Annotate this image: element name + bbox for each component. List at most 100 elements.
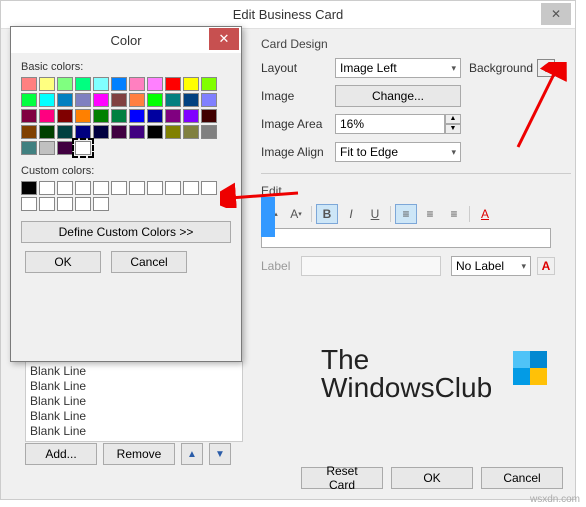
spinner-down-icon[interactable]: ▼ [445, 124, 461, 134]
color-swatch[interactable] [165, 109, 181, 123]
color-swatch[interactable] [129, 109, 145, 123]
color-swatch[interactable] [39, 77, 55, 91]
color-swatch[interactable] [75, 77, 91, 91]
list-item[interactable]: Blank Line [30, 409, 238, 424]
color-swatch[interactable] [111, 125, 127, 139]
italic-icon[interactable]: I [340, 204, 362, 224]
color-swatch[interactable] [57, 93, 73, 107]
color-swatch[interactable] [75, 109, 91, 123]
custom-color-swatch[interactable] [57, 181, 73, 195]
color-swatch[interactable] [129, 125, 145, 139]
color-ok-button[interactable]: OK [25, 251, 101, 273]
color-swatch[interactable] [147, 77, 163, 91]
underline-icon[interactable]: U [364, 204, 386, 224]
color-swatch[interactable] [21, 109, 37, 123]
color-swatch[interactable] [75, 141, 91, 155]
custom-color-swatch[interactable] [21, 181, 37, 195]
color-swatch[interactable] [93, 125, 109, 139]
color-swatch[interactable] [39, 109, 55, 123]
color-swatch[interactable] [21, 125, 37, 139]
cancel-button[interactable]: Cancel [481, 467, 563, 489]
label-position-dropdown[interactable]: No Label [451, 256, 531, 276]
list-item[interactable]: Blank Line [30, 394, 238, 409]
color-swatch[interactable] [57, 109, 73, 123]
color-swatch[interactable] [183, 77, 199, 91]
color-swatch[interactable] [39, 93, 55, 107]
fields-list[interactable]: Blank Line Blank Line Blank Line Blank L… [25, 361, 243, 442]
color-swatch[interactable] [147, 109, 163, 123]
align-center-icon[interactable]: ≡ [419, 204, 441, 224]
color-swatch[interactable] [57, 141, 73, 155]
color-swatch[interactable] [93, 93, 109, 107]
move-up-icon[interactable]: ▲ [181, 443, 203, 465]
align-right-icon[interactable]: ≡ [443, 204, 465, 224]
list-item[interactable]: Blank Line [30, 379, 238, 394]
color-cancel-button[interactable]: Cancel [111, 251, 187, 273]
image-area-spinner[interactable]: ▲ ▼ [335, 114, 461, 134]
color-swatch[interactable] [147, 125, 163, 139]
custom-color-swatch[interactable] [57, 197, 73, 211]
color-swatch[interactable] [201, 93, 217, 107]
custom-color-swatch[interactable] [39, 197, 55, 211]
color-swatch[interactable] [129, 93, 145, 107]
remove-button[interactable]: Remove [103, 443, 175, 465]
custom-color-swatch[interactable] [93, 197, 109, 211]
color-swatch[interactable] [75, 125, 91, 139]
color-swatch[interactable] [111, 77, 127, 91]
change-button[interactable]: Change... [335, 85, 461, 107]
color-swatch[interactable] [93, 77, 109, 91]
color-swatch[interactable] [21, 77, 37, 91]
color-swatch[interactable] [201, 125, 217, 139]
color-swatch[interactable] [201, 77, 217, 91]
custom-color-swatch[interactable] [165, 181, 181, 195]
add-button[interactable]: Add... [25, 443, 97, 465]
spinner-up-icon[interactable]: ▲ [445, 114, 461, 124]
color-swatch[interactable] [111, 93, 127, 107]
custom-color-swatch[interactable] [39, 181, 55, 195]
close-icon[interactable]: ✕ [209, 28, 239, 50]
list-item[interactable]: Blank Line [30, 364, 238, 379]
color-swatch[interactable] [21, 93, 37, 107]
color-swatch[interactable] [39, 125, 55, 139]
align-left-icon[interactable]: ≡ [395, 204, 417, 224]
color-swatch[interactable] [57, 77, 73, 91]
color-swatch[interactable] [165, 125, 181, 139]
color-swatch[interactable] [183, 109, 199, 123]
color-swatch[interactable] [111, 109, 127, 123]
color-swatch[interactable] [147, 93, 163, 107]
color-swatch[interactable] [75, 93, 91, 107]
custom-color-swatch[interactable] [147, 181, 163, 195]
list-item[interactable]: Blank Line [30, 424, 238, 439]
color-swatch[interactable] [183, 125, 199, 139]
define-custom-colors-button[interactable]: Define Custom Colors >> [21, 221, 231, 243]
close-icon[interactable]: ✕ [541, 3, 571, 25]
move-down-icon[interactable]: ▼ [209, 443, 231, 465]
image-align-dropdown[interactable]: Fit to Edge [335, 142, 461, 162]
custom-color-swatch[interactable] [201, 181, 217, 195]
custom-color-swatch[interactable] [21, 197, 37, 211]
custom-color-swatch[interactable] [129, 181, 145, 195]
label-color-icon[interactable]: A [537, 257, 555, 275]
color-swatch[interactable] [93, 109, 109, 123]
color-swatch[interactable] [21, 141, 37, 155]
ok-button[interactable]: OK [391, 467, 473, 489]
bold-icon[interactable]: B [316, 204, 338, 224]
font-color-icon[interactable]: A [474, 204, 496, 224]
custom-color-swatch[interactable] [183, 181, 199, 195]
custom-color-swatch[interactable] [75, 181, 91, 195]
color-swatch[interactable] [183, 93, 199, 107]
reset-card-button[interactable]: Reset Card [301, 467, 383, 489]
color-swatch[interactable] [39, 141, 55, 155]
edit-text-field[interactable] [261, 228, 551, 248]
custom-color-swatch[interactable] [93, 181, 109, 195]
color-swatch[interactable] [165, 93, 181, 107]
color-swatch[interactable] [165, 77, 181, 91]
image-area-input[interactable] [335, 114, 445, 134]
label-field[interactable] [301, 256, 441, 276]
color-swatch[interactable] [129, 77, 145, 91]
custom-color-swatch[interactable] [75, 197, 91, 211]
layout-dropdown[interactable]: Image Left [335, 58, 461, 78]
custom-color-swatch[interactable] [111, 181, 127, 195]
color-swatch[interactable] [201, 109, 217, 123]
color-swatch[interactable] [57, 125, 73, 139]
